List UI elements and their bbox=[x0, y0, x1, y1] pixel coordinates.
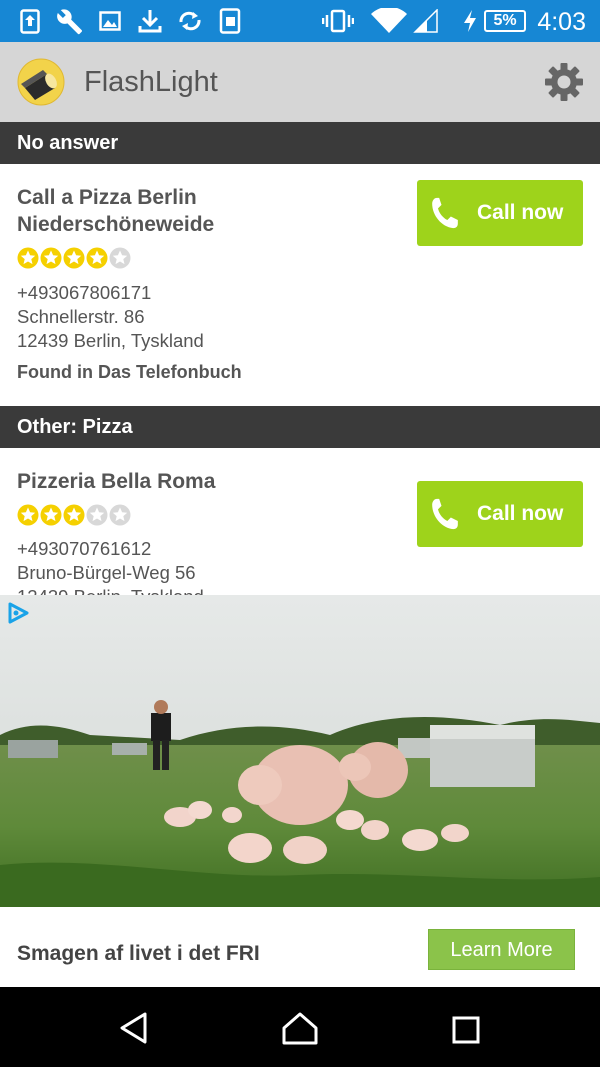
app-title: FlashLight bbox=[84, 66, 218, 98]
pigs-in-field-image bbox=[0, 595, 600, 907]
phone-notification-icon bbox=[219, 8, 241, 34]
listing-call-a-pizza: Call a Pizza Berlin Niederschöneweide +4… bbox=[0, 164, 600, 406]
cell-signal-icon bbox=[413, 9, 438, 33]
listing-city: 12439 Berlin, Tyskland bbox=[17, 330, 204, 351]
star-filled-icon bbox=[86, 247, 108, 269]
star-empty-icon bbox=[109, 504, 131, 526]
section-header-no-answer: No answer bbox=[0, 122, 600, 164]
sync-icon bbox=[179, 11, 201, 31]
clock: 4:03 bbox=[537, 8, 586, 36]
charging-icon bbox=[464, 10, 476, 32]
call-now-label: Call now bbox=[477, 201, 564, 224]
listing-phone: +493067806171 bbox=[17, 282, 152, 303]
flashlight-logo-icon bbox=[17, 58, 65, 106]
image-icon bbox=[99, 11, 121, 31]
ad-banner[interactable]: Smagen af livet i det FRI Learn More bbox=[0, 595, 600, 987]
star-filled-icon bbox=[40, 504, 62, 526]
star-filled-icon bbox=[40, 247, 62, 269]
navigation-bar bbox=[0, 987, 600, 1067]
app-bar: FlashLight bbox=[0, 42, 600, 122]
listing-street: Schnellerstr. 86 bbox=[17, 306, 145, 327]
section-header-other-pizza: Other: Pizza bbox=[0, 406, 600, 448]
listing-pizzeria-bella-roma: Pizzeria Bella Roma +493070761612 Bruno-… bbox=[0, 448, 600, 595]
download-icon bbox=[138, 10, 162, 33]
star-filled-icon bbox=[63, 504, 85, 526]
phone-icon bbox=[432, 498, 458, 530]
listing-name: Pizzeria Bella Roma bbox=[17, 470, 216, 493]
vibrate-icon bbox=[322, 9, 354, 33]
star-empty-icon bbox=[109, 247, 131, 269]
star-filled-icon bbox=[63, 247, 85, 269]
phone-icon bbox=[432, 197, 458, 229]
call-now-button[interactable]: Call now bbox=[417, 481, 583, 547]
star-rating bbox=[17, 504, 131, 526]
ad-headline: Smagen af livet i det FRI bbox=[17, 942, 260, 965]
home-icon[interactable] bbox=[281, 1011, 319, 1045]
star-empty-icon bbox=[86, 504, 108, 526]
star-filled-icon bbox=[17, 504, 39, 526]
back-icon[interactable] bbox=[117, 1011, 151, 1045]
ad-image[interactable] bbox=[0, 595, 600, 907]
star-filled-icon bbox=[17, 247, 39, 269]
learn-more-button[interactable]: Learn More bbox=[428, 929, 575, 970]
battery-indicator: 5% bbox=[484, 10, 526, 32]
wifi-icon bbox=[371, 8, 407, 33]
listing-name: Call a Pizza Berlin Niederschöneweide bbox=[17, 186, 215, 236]
listing-phone: +493070761612 bbox=[17, 538, 152, 559]
status-bar: 5% 4:03 bbox=[0, 0, 600, 42]
star-rating bbox=[17, 247, 131, 269]
ad-choices-icon[interactable] bbox=[6, 601, 30, 625]
listing-source: Found in Das Telefonbuch bbox=[17, 362, 242, 382]
upload-notification-icon bbox=[20, 9, 40, 34]
listing-city: 12439 Berlin, Tyskland bbox=[17, 586, 204, 595]
recent-apps-icon[interactable] bbox=[452, 1016, 480, 1044]
call-now-button[interactable]: Call now bbox=[417, 180, 583, 246]
wrench-icon bbox=[57, 9, 83, 35]
listing-street: Bruno-Bürgel-Weg 56 bbox=[17, 562, 196, 583]
gear-icon[interactable] bbox=[544, 62, 584, 102]
call-now-label: Call now bbox=[477, 502, 564, 525]
